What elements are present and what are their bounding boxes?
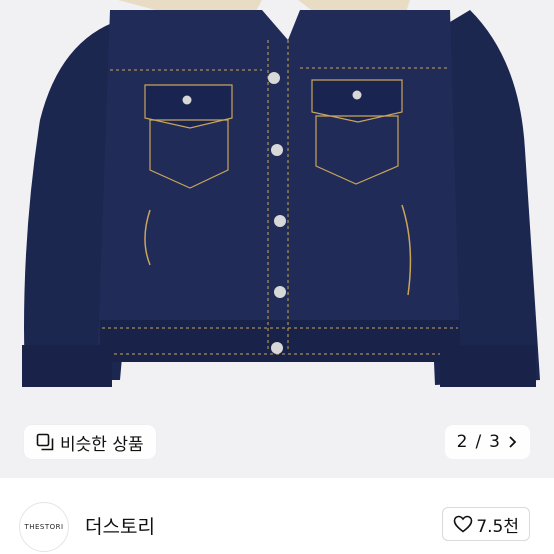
avatar-logo-text: THESTORI <box>24 523 64 531</box>
jacket-button <box>271 342 283 354</box>
denim-jacket-photo <box>22 0 540 387</box>
waistband <box>100 320 460 362</box>
current-page: 2 <box>456 432 468 452</box>
chevron-right-icon <box>509 436 517 448</box>
similar-products-label: 비슷한 상품 <box>60 434 144 455</box>
jacket-button <box>274 215 286 227</box>
pocket-button <box>182 95 192 105</box>
total-pages: 3 <box>489 432 500 452</box>
left-cuff <box>22 345 112 387</box>
jacket-button <box>271 144 283 156</box>
product-image[interactable] <box>0 0 554 478</box>
similar-items-icon <box>36 433 54 451</box>
heart-outline-icon <box>454 515 473 533</box>
jacket-button <box>274 286 286 298</box>
pocket-button <box>352 90 362 100</box>
seller-name[interactable]: 더스토리 <box>85 512 155 539</box>
jacket-button <box>268 72 280 84</box>
seller-avatar[interactable]: THESTORI <box>19 502 69 552</box>
similar-products-button[interactable]: 비슷한 상품 <box>24 425 156 459</box>
jacket-body <box>98 10 460 358</box>
like-count: 7.5천 <box>476 516 519 537</box>
page-separator: / <box>475 432 482 452</box>
like-button[interactable]: 7.5천 <box>442 507 530 541</box>
image-page-indicator[interactable]: 2 / 3 <box>444 425 530 459</box>
right-cuff <box>440 345 536 387</box>
